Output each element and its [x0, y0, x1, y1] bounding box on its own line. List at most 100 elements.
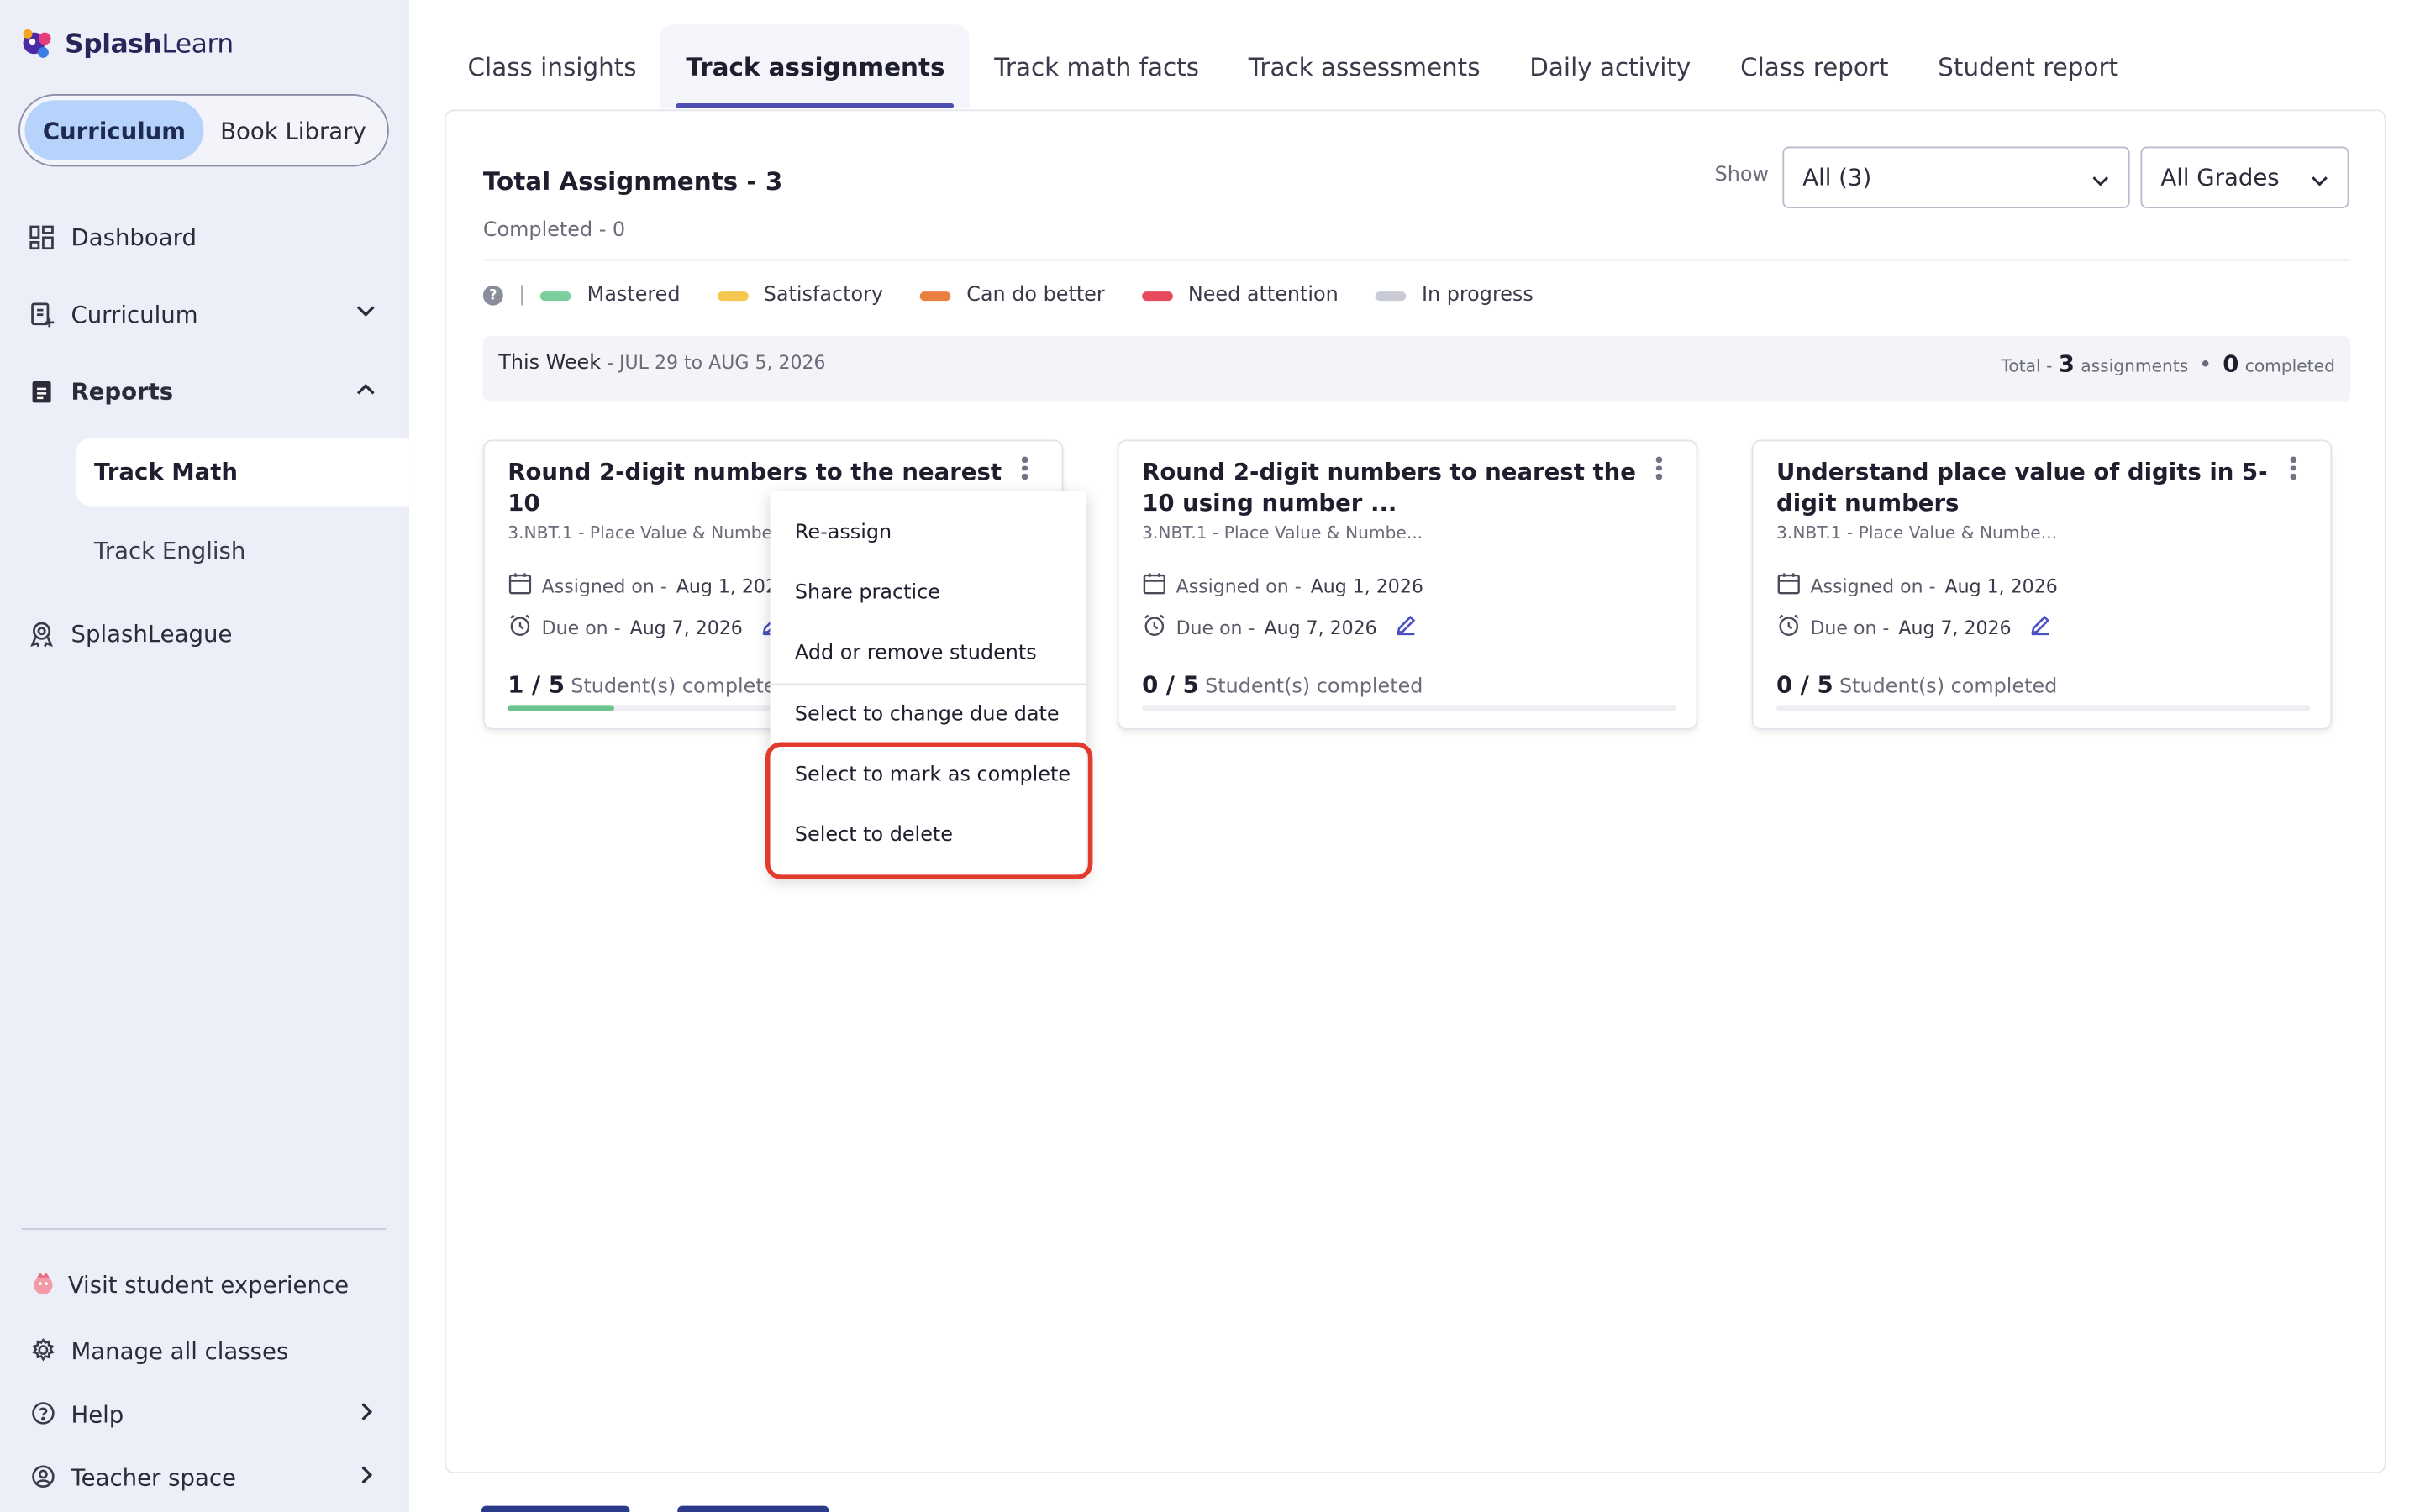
more-options-icon[interactable]: [1021, 456, 1028, 482]
due-label: Due on -: [1176, 616, 1255, 638]
chevron-down-icon: [2091, 168, 2110, 196]
completion-count: 1 / 5 Student(s) completed: [508, 671, 788, 699]
legend-label: Can do better: [966, 283, 1105, 307]
assigned-date: Aug 1, 2026: [1310, 575, 1423, 596]
tab-class-report[interactable]: Class report: [1716, 24, 1913, 108]
help-circle-icon[interactable]: ?: [482, 285, 503, 306]
legend-item-in-progress: In progress: [1375, 283, 1534, 307]
bottom-action-button[interactable]: [481, 1505, 630, 1512]
tab-track-assignments[interactable]: Track assignments: [660, 24, 970, 108]
gear-icon: [31, 1337, 59, 1365]
legend-item-can-do-better: Can do better: [920, 284, 1105, 307]
user-circle-icon: [31, 1464, 59, 1492]
assigned-on: Assigned on - Aug 1, 2026: [1142, 571, 1423, 601]
sidebar-item-dashboard[interactable]: Dashboard: [28, 223, 197, 251]
tab-student-report[interactable]: Student report: [1913, 24, 2144, 108]
bottom-action-button[interactable]: [677, 1505, 829, 1512]
week-total-suffix: assignments: [2081, 356, 2189, 377]
sidebar-item-label: SplashLeague: [71, 620, 233, 648]
tab-track-assessments[interactable]: Track assessments: [1223, 24, 1505, 108]
report-tabs: Class insights Track assignments Track m…: [468, 24, 2144, 108]
header-divider: [482, 259, 2351, 261]
calendar-icon: [1776, 571, 1801, 601]
due-on: Due on - Aug 7, 2026: [508, 612, 782, 642]
toggle-book-library[interactable]: Book Library: [203, 100, 382, 160]
due-on: Due on - Aug 7, 2026: [1776, 612, 2051, 642]
legend-label: In progress: [1421, 283, 1534, 307]
legend-label: Mastered: [587, 283, 681, 307]
assignment-filter-select[interactable]: All (3): [1782, 146, 2130, 208]
completion-count: 0 / 5 Student(s) completed: [1776, 671, 2057, 699]
dashboard-icon: [28, 223, 55, 251]
grade-filter-select[interactable]: All Grades: [2140, 146, 2349, 208]
legend-swatch: [717, 291, 749, 301]
completed-count: Completed - 0: [482, 218, 626, 243]
week-total-count: 3: [2058, 349, 2075, 378]
legend-label: Need attention: [1187, 283, 1339, 307]
help-link[interactable]: Help: [31, 1401, 373, 1429]
menu-item-change-due-date[interactable]: Select to change due date: [795, 704, 1060, 727]
performance-legend: ? | Mastered Satisfactory Can do better …: [482, 283, 1570, 307]
edit-pencil-icon[interactable]: [2030, 614, 2052, 640]
assignments-panel: Total Assignments - 3 Completed - 0 Show…: [444, 109, 2386, 1474]
assignment-standard: 3.NBT.1 - Place Value & Numbe...: [1776, 522, 2058, 543]
tab-track-math-facts[interactable]: Track math facts: [970, 24, 1223, 108]
manage-all-classes-link[interactable]: Manage all classes: [31, 1337, 288, 1365]
teacher-space-label: Teacher space: [71, 1464, 236, 1493]
tab-daily-activity[interactable]: Daily activity: [1505, 24, 1716, 108]
tab-class-insights[interactable]: Class insights: [468, 24, 661, 108]
sidebar-subitem-track-english[interactable]: Track English: [94, 537, 245, 564]
completion-ratio: 1 / 5: [508, 670, 565, 700]
sidebar-subitem-track-math[interactable]: Track Math: [75, 438, 409, 507]
week-completed-suffix: completed: [2244, 356, 2335, 377]
completion-progress-fill: [508, 705, 615, 711]
edit-pencil-icon[interactable]: [1396, 614, 1418, 640]
assignment-card[interactable]: Round 2-digit numbers to nearest the 10 …: [1117, 439, 1698, 730]
assignment-standard: 3.NBT.1 - Place Value & Numbe...: [508, 522, 789, 543]
chevron-up-icon: [355, 378, 376, 406]
toggle-curriculum[interactable]: Curriculum: [24, 100, 204, 161]
sidebar-item-reports[interactable]: Reports: [28, 378, 375, 406]
more-options-icon[interactable]: [2290, 456, 2296, 482]
menu-item-reassign[interactable]: Re-assign: [795, 522, 892, 545]
menu-item-share-practice[interactable]: Share practice: [795, 581, 940, 605]
sidebar-item-curriculum[interactable]: Curriculum: [28, 301, 375, 329]
grade-filter-value: All Grades: [2160, 163, 2280, 192]
sidebar-item-label: Curriculum: [71, 301, 198, 329]
more-options-icon[interactable]: [1655, 456, 1662, 482]
due-date: Aug 7, 2026: [1264, 616, 1377, 638]
highlight-box: [765, 742, 1093, 879]
week-label: This Week - JUL 29 to AUG 5, 2026: [498, 352, 825, 375]
legend-separator: |: [518, 283, 526, 307]
chevron-right-icon: [355, 1464, 376, 1492]
assigned-label: Assigned on -: [1176, 575, 1302, 596]
chevron-down-icon: [355, 301, 376, 328]
week-completed-count: 0: [2223, 349, 2239, 378]
visit-student-experience-link[interactable]: Visit student experience: [31, 1271, 349, 1299]
sidebar-item-splashleague[interactable]: SplashLeague: [28, 620, 232, 648]
chevron-right-icon: [355, 1401, 376, 1429]
alarm-clock-icon: [1776, 612, 1801, 642]
completion-ratio: 0 / 5: [1142, 670, 1199, 700]
legend-label: Satisfactory: [763, 283, 884, 307]
main-content: Class insights Track assignments Track m…: [408, 0, 2420, 1512]
teacher-space-link[interactable]: Teacher space: [31, 1464, 373, 1493]
sidebar-item-label: Dashboard: [71, 223, 197, 252]
legend-swatch: [1141, 291, 1173, 301]
assignment-card[interactable]: Understand place value of digits in 5-di…: [1751, 439, 2333, 730]
due-label: Due on -: [541, 616, 621, 638]
legend-swatch: [920, 291, 951, 301]
calendar-icon: [508, 571, 532, 601]
student-avatar-icon: [31, 1271, 59, 1299]
completion-count: 0 / 5 Student(s) completed: [1142, 671, 1423, 699]
brand-logo[interactable]: SplashLearn: [18, 24, 234, 65]
curriculum-library-toggle: Curriculum Book Library: [18, 94, 389, 167]
due-on: Due on - Aug 7, 2026: [1142, 612, 1417, 642]
bullet-separator: •: [2199, 353, 2212, 378]
assignment-filter-value: All (3): [1802, 163, 1872, 192]
due-date: Aug 7, 2026: [1898, 616, 2012, 638]
week-range: - JUL 29 to AUG 5, 2026: [601, 351, 826, 374]
assignment-title: Understand place value of digits in 5-di…: [1776, 458, 2268, 517]
due-label: Due on -: [1810, 616, 1890, 638]
menu-item-add-remove-students[interactable]: Add or remove students: [795, 642, 1037, 665]
